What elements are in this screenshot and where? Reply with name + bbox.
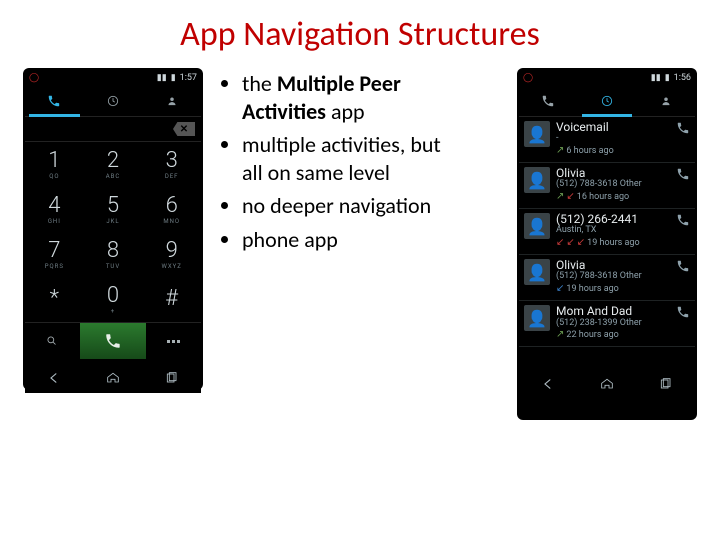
avatar: 👤: [524, 213, 550, 239]
overflow-button[interactable]: [146, 323, 201, 359]
overflow-icon: [167, 340, 180, 343]
call-row[interactable]: 👤 Olivia (512) 788-3618 Other ↗↙16 hours…: [519, 163, 695, 209]
dial-back-button[interactable]: [672, 167, 690, 184]
nav-home[interactable]: [102, 367, 124, 389]
call-time: 6 hours ago: [566, 146, 613, 157]
person-icon: [164, 94, 180, 108]
nav-home[interactable]: [596, 373, 618, 395]
missed-icon: ↙: [566, 191, 574, 203]
key-1[interactable]: 1QO: [25, 142, 84, 187]
clock-icon: [105, 94, 121, 108]
phone-icon: [540, 94, 556, 108]
key-2[interactable]: 2ABC: [84, 142, 143, 187]
key-5[interactable]: 5JKL: [84, 187, 143, 232]
key-star[interactable]: *: [25, 277, 84, 322]
bullet-3: no deeper navigation: [242, 192, 452, 220]
key-7[interactable]: 7PQRS: [25, 232, 84, 277]
call-row[interactable]: 👤 Voicemail - ↗6 hours ago: [519, 117, 695, 163]
call-button[interactable]: [80, 323, 147, 359]
phone-icon: [46, 94, 62, 108]
nav-back[interactable]: [43, 367, 65, 389]
incoming-icon: ↙: [556, 283, 564, 295]
avatar: 👤: [524, 305, 550, 331]
tab-recents[interactable]: [84, 86, 143, 116]
key-6[interactable]: 6MNO: [142, 187, 201, 232]
call-time: 19 hours ago: [566, 284, 618, 295]
call-time: 22 hours ago: [566, 330, 618, 341]
tab-dialer[interactable]: [25, 86, 84, 116]
call-name: Voicemail: [556, 121, 672, 134]
key-3[interactable]: 3DEF: [142, 142, 201, 187]
action-row: [25, 322, 201, 359]
missed-icon: ↙: [577, 237, 585, 249]
key-hash[interactable]: #: [142, 277, 201, 322]
top-tabs: [25, 86, 201, 117]
call-row[interactable]: 👤 Olivia (512) 788-3618 Other ↙19 hours …: [519, 255, 695, 301]
call-number: (512) 788-3618 Other: [556, 272, 672, 282]
backspace-button[interactable]: ✕: [173, 122, 195, 136]
bullet-4: phone app: [242, 226, 452, 254]
screenshot-call-log: ◯ ▮▮ ▮ 1:56 👤 Voicemail - ↗6 hours a: [519, 70, 695, 418]
person-icon: [658, 94, 674, 108]
key-0[interactable]: 0+: [84, 277, 143, 322]
call-number: Austin, TX: [556, 226, 672, 236]
system-nav-bar: [25, 363, 201, 393]
avatar: 👤: [524, 167, 550, 193]
dial-back-button[interactable]: [672, 305, 690, 322]
dial-back-button[interactable]: [672, 213, 690, 230]
nav-recents[interactable]: [655, 373, 677, 395]
call-time: 16 hours ago: [577, 192, 629, 203]
search-button[interactable]: [25, 323, 80, 359]
call-number: (512) 788-3618 Other: [556, 180, 672, 190]
number-display: ✕: [25, 117, 201, 142]
dialpad: 1QO 2ABC 3DEF 4GHI 5JKL 6MNO 7PQRS 8TUV …: [25, 142, 201, 322]
slide-title: App Navigation Structures: [0, 14, 720, 55]
missed-icon: ↙: [556, 237, 564, 249]
outgoing-icon: ↗: [556, 329, 564, 341]
call-time: 19 hours ago: [587, 238, 639, 249]
call-number: (512) 238-1399 Other: [556, 319, 672, 329]
status-time: 1:56: [674, 73, 691, 83]
system-nav-bar: [519, 369, 695, 399]
battery-icon: ▮: [171, 73, 176, 83]
call-number: -: [556, 134, 672, 144]
sim-icon: ◯: [29, 73, 39, 83]
status-bar: ◯ ▮▮ ▮ 1:57: [25, 70, 201, 86]
clock-icon: [599, 94, 615, 108]
call-row[interactable]: 👤 (512) 266-2441 Austin, TX ↙↙↙19 hours …: [519, 209, 695, 255]
outgoing-icon: ↗: [556, 191, 564, 203]
dial-back-button[interactable]: [672, 259, 690, 276]
tab-recents[interactable]: [578, 86, 637, 116]
top-tabs: [519, 86, 695, 117]
outgoing-icon: ↗: [556, 145, 564, 157]
call-name: Mom And Dad: [556, 305, 672, 318]
signal-icon: ▮▮: [157, 73, 167, 83]
battery-icon: ▮: [665, 73, 670, 83]
nav-recents[interactable]: [161, 367, 183, 389]
screenshot-dialer: ◯ ▮▮ ▮ 1:57 ✕ 1QO 2ABC 3DEF 4GHI 5JKL 6M…: [25, 70, 201, 388]
key-9[interactable]: 9WXYZ: [142, 232, 201, 277]
key-8[interactable]: 8TUV: [84, 232, 143, 277]
tab-contacts[interactable]: [142, 86, 201, 116]
status-bar: ◯ ▮▮ ▮ 1:56: [519, 70, 695, 86]
bullet-list: the Multiple Peer Activities app multipl…: [222, 70, 452, 259]
sim-icon: ◯: [523, 73, 533, 83]
bullet-1: the Multiple Peer Activities app: [242, 70, 452, 125]
nav-back[interactable]: [537, 373, 559, 395]
missed-icon: ↙: [566, 237, 574, 249]
dial-back-button[interactable]: [672, 121, 690, 138]
avatar: 👤: [524, 121, 550, 147]
search-icon: [45, 334, 59, 348]
tab-dialer[interactable]: [519, 86, 578, 116]
call-log-list[interactable]: 👤 Voicemail - ↗6 hours ago 👤 Olivia (512…: [519, 117, 695, 365]
call-row[interactable]: 👤 Mom And Dad (512) 238-1399 Other ↗22 h…: [519, 301, 695, 347]
bullet-2: multiple activities, but all on same lev…: [242, 131, 452, 186]
tab-contacts[interactable]: [636, 86, 695, 116]
signal-icon: ▮▮: [651, 73, 661, 83]
status-time: 1:57: [180, 73, 197, 83]
avatar: 👤: [524, 259, 550, 285]
phone-icon: [104, 332, 122, 350]
key-4[interactable]: 4GHI: [25, 187, 84, 232]
